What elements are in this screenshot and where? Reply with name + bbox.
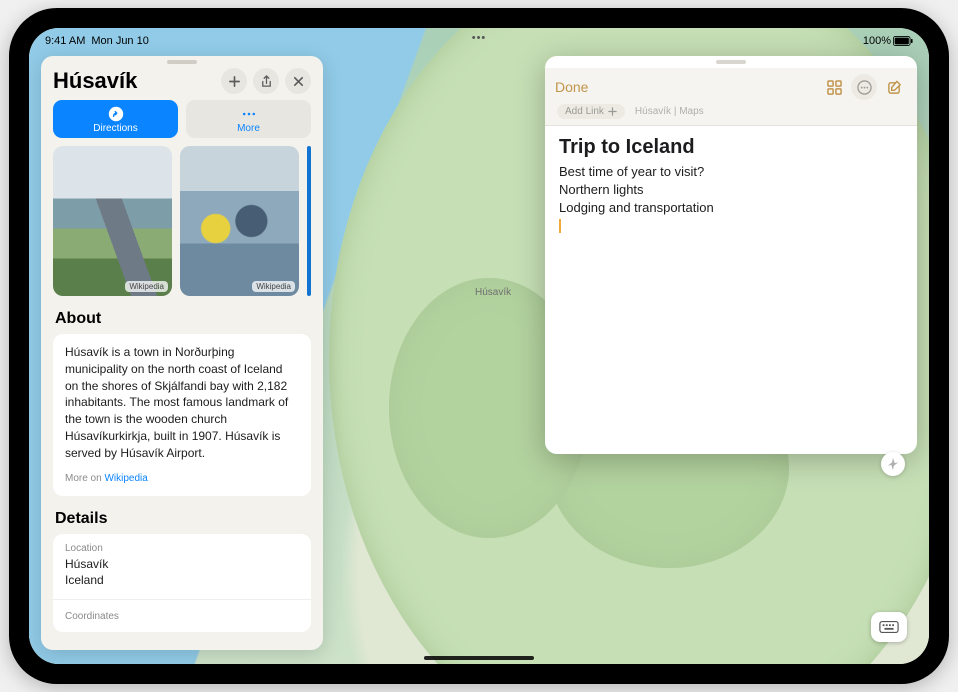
notes-quick-note-panel: Done Add Link Húsaví — [545, 56, 917, 454]
photo-carousel[interactable]: Wikipedia Wikipedia — [41, 146, 323, 296]
maps-place-card: Húsavík Directions More — [41, 56, 323, 650]
note-line-1[interactable]: Best time of year to visit? — [559, 163, 903, 181]
about-heading: About — [41, 296, 323, 334]
more-button[interactable]: More — [186, 100, 311, 138]
more-options-icon[interactable] — [851, 74, 877, 100]
photo-source-tag: Wikipedia — [252, 281, 295, 292]
status-time: 9:41 AM — [45, 35, 85, 47]
about-source-prefix: More on — [65, 473, 104, 484]
about-card: Húsavík is a town in Norðurþing municipa… — [53, 334, 311, 496]
note-title[interactable]: Trip to Iceland — [559, 136, 903, 159]
notes-toolbar: Done Add Link Húsaví — [545, 68, 917, 126]
close-button[interactable] — [285, 68, 311, 94]
done-button[interactable]: Done — [555, 79, 817, 95]
directions-label: Directions — [93, 123, 137, 134]
detail-location-line2: Iceland — [65, 572, 299, 589]
notes-context-breadcrumb[interactable]: Húsavík | Maps — [635, 106, 704, 117]
home-indicator[interactable] — [424, 656, 534, 660]
note-line-3[interactable]: Lodging and transportation — [559, 199, 903, 217]
photo-2[interactable]: Wikipedia — [180, 146, 299, 296]
screen: Húsavík 9:41 AM Mon Jun 10 100% ••• — [29, 28, 929, 664]
multitasking-menu-icon[interactable]: ••• — [472, 32, 487, 44]
card-grabber[interactable] — [167, 60, 197, 64]
about-source-link[interactable]: Wikipedia — [104, 473, 147, 484]
map-label-husavik[interactable]: Húsavík — [471, 286, 515, 299]
detail-location-line1: Húsavík — [65, 556, 299, 573]
compose-icon[interactable] — [881, 74, 907, 100]
battery-indicator: 100% — [863, 35, 913, 47]
detail-coordinates-label: Coordinates — [65, 610, 299, 624]
detail-location-label: Location — [65, 542, 299, 556]
ipad-frame: Húsavík 9:41 AM Mon Jun 10 100% ••• — [9, 8, 949, 684]
details-card: Location Húsavík Iceland Coordinates — [53, 534, 311, 633]
notes-editor[interactable]: Trip to Iceland Best time of year to vis… — [545, 126, 917, 454]
add-button[interactable] — [221, 68, 247, 94]
text-caret — [559, 219, 561, 233]
place-title: Húsavík — [53, 68, 215, 94]
share-button[interactable] — [253, 68, 279, 94]
about-text: Húsavík is a town in Norðurþing municipa… — [65, 344, 299, 462]
photo-source-tag: Wikipedia — [125, 281, 168, 292]
add-link-button[interactable]: Add Link — [557, 104, 625, 119]
compass-button[interactable] — [881, 452, 905, 476]
status-date: Mon Jun 10 — [91, 35, 148, 47]
note-line-2[interactable]: Northern lights — [559, 181, 903, 199]
details-heading: Details — [41, 496, 323, 534]
photo-1[interactable]: Wikipedia — [53, 146, 172, 296]
notes-grabber[interactable] — [716, 60, 746, 64]
more-label: More — [237, 123, 260, 134]
keyboard-button[interactable] — [871, 612, 907, 642]
directions-button[interactable]: Directions — [53, 100, 178, 138]
gallery-view-icon[interactable] — [821, 74, 847, 100]
photo-3-peek[interactable] — [307, 146, 311, 296]
